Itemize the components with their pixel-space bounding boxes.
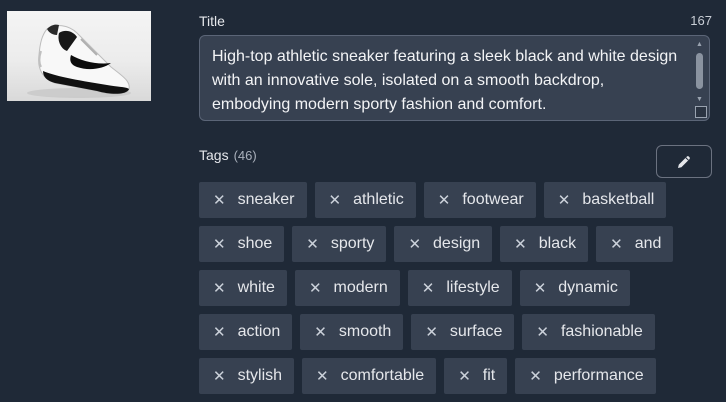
tag-label: fashionable (560, 323, 643, 340)
remove-tag-icon[interactable]: ✕ (213, 193, 226, 208)
remove-tag-icon[interactable]: ✕ (558, 193, 571, 208)
remove-tag-icon[interactable]: ✕ (529, 369, 542, 384)
remove-tag-icon[interactable]: ✕ (536, 325, 549, 340)
tag-label: footwear (462, 191, 524, 208)
tag-label: design (433, 235, 481, 252)
sneaker-thumbnail (7, 11, 151, 101)
remove-tag-icon[interactable]: ✕ (422, 281, 435, 296)
tags-label-text: Tags (199, 147, 229, 163)
remove-tag-icon[interactable]: ✕ (329, 193, 342, 208)
tag-label: modern (333, 279, 388, 296)
tag-chip[interactable]: ✕ action (199, 314, 293, 350)
tag-label: athletic (353, 191, 404, 208)
tag-chip[interactable]: ✕ shoe (199, 226, 285, 262)
tag-label: and (634, 235, 662, 252)
tag-chip[interactable]: ✕ and (596, 226, 674, 262)
pencil-icon (678, 155, 690, 168)
remove-tag-icon[interactable]: ✕ (438, 193, 451, 208)
tag-chip[interactable]: ✕ fit (444, 358, 508, 394)
tag-label: dynamic (558, 279, 618, 296)
remove-tag-icon[interactable]: ✕ (213, 325, 226, 340)
tag-chip[interactable]: ✕ modern (294, 270, 400, 306)
tag-chip[interactable]: ✕ design (394, 226, 493, 262)
remove-tag-icon[interactable]: ✕ (408, 237, 421, 252)
tag-chip[interactable]: ✕ smooth (300, 314, 404, 350)
scroll-up-icon[interactable]: ▲ (694, 40, 705, 49)
tag-label: smooth (338, 323, 392, 340)
tag-chip[interactable]: ✕ sporty (292, 226, 387, 262)
remove-tag-icon[interactable]: ✕ (213, 281, 226, 296)
title-label: Title (199, 13, 225, 29)
remove-tag-icon[interactable]: ✕ (316, 369, 329, 384)
tag-chip[interactable]: ✕ white (199, 270, 287, 306)
title-textarea[interactable]: High-top athletic sneaker featuring a sl… (199, 35, 710, 121)
remove-tag-icon[interactable]: ✕ (534, 281, 547, 296)
tag-chip[interactable]: ✕ comfortable (302, 358, 437, 394)
tag-label: stylish (237, 367, 283, 384)
remove-tag-icon[interactable]: ✕ (309, 281, 322, 296)
title-text: High-top athletic sneaker featuring a sl… (212, 48, 678, 113)
tag-label: shoe (237, 235, 273, 252)
tag-chip[interactable]: ✕ performance (515, 358, 656, 394)
scroll-down-icon[interactable]: ▼ (694, 95, 705, 104)
remove-tag-icon[interactable]: ✕ (425, 325, 438, 340)
remove-tag-icon[interactable]: ✕ (514, 237, 527, 252)
tag-label: black (538, 235, 577, 252)
edit-tags-button[interactable] (656, 145, 712, 178)
tag-chip[interactable]: ✕ athletic (314, 182, 416, 218)
tag-label: basketball (582, 191, 655, 208)
remove-tag-icon[interactable]: ✕ (213, 237, 226, 252)
remove-tag-icon[interactable]: ✕ (306, 237, 319, 252)
title-scrollbar[interactable]: ▲ ▼ (694, 40, 705, 104)
resize-handle[interactable] (695, 106, 707, 118)
tag-label: lifestyle (446, 279, 500, 296)
tag-chip[interactable]: ✕ lifestyle (407, 270, 512, 306)
remove-tag-icon[interactable]: ✕ (458, 369, 471, 384)
tag-chip[interactable]: ✕ stylish (199, 358, 295, 394)
tag-list: ✕ sneaker ✕ athletic ✕ footwear ✕ basketball ✕ sh… (199, 182, 719, 394)
tag-chip[interactable]: ✕ footwear (423, 182, 536, 218)
sneaker-image (27, 24, 131, 98)
tag-chip[interactable]: ✕ dynamic (519, 270, 630, 306)
remove-tag-icon[interactable]: ✕ (213, 369, 226, 384)
tag-label: comfortable (340, 367, 425, 384)
tag-label: sneaker (237, 191, 295, 208)
tag-chip[interactable]: ✕ fashionable (522, 314, 655, 350)
tag-label: action (237, 323, 281, 340)
tag-label: performance (553, 367, 644, 384)
tag-chip[interactable]: ✕ sneaker (199, 182, 307, 218)
tag-chip[interactable]: ✕ black (500, 226, 589, 262)
tag-label: fit (482, 367, 496, 384)
tags-count: (46) (233, 148, 257, 163)
remove-tag-icon[interactable]: ✕ (610, 237, 623, 252)
tag-label: sporty (330, 235, 375, 252)
tag-chip[interactable]: ✕ basketball (543, 182, 667, 218)
tag-label: surface (449, 323, 503, 340)
title-char-count: 167 (690, 13, 712, 28)
scroll-thumb[interactable] (696, 53, 703, 89)
tag-label: white (237, 279, 275, 296)
remove-tag-icon[interactable]: ✕ (314, 325, 327, 340)
tags-label: Tags (46) (199, 147, 257, 163)
tag-chip[interactable]: ✕ surface (411, 314, 515, 350)
